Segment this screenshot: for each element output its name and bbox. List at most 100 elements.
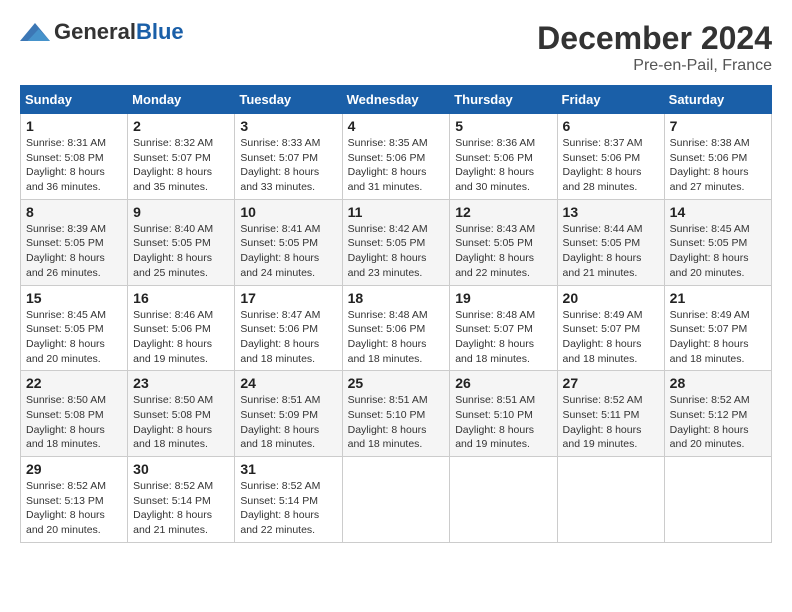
calendar-title: December 2024	[537, 20, 772, 57]
col-saturday: Saturday	[664, 86, 771, 114]
day-number: 12	[455, 204, 551, 220]
day-number: 13	[563, 204, 659, 220]
day-info: Sunrise: 8:39 AMSunset: 5:05 PMDaylight:…	[26, 223, 106, 279]
title-section: December 2024 Pre-en-Pail, France	[537, 20, 772, 75]
day-info: Sunrise: 8:51 AMSunset: 5:10 PMDaylight:…	[455, 394, 535, 450]
table-row: 11 Sunrise: 8:42 AMSunset: 5:05 PMDaylig…	[342, 199, 450, 285]
day-number: 23	[133, 375, 229, 391]
logo-text: GeneralBlue	[54, 20, 184, 44]
table-row: 19 Sunrise: 8:48 AMSunset: 5:07 PMDaylig…	[450, 285, 557, 371]
table-row: 25 Sunrise: 8:51 AMSunset: 5:10 PMDaylig…	[342, 371, 450, 457]
table-row: 21 Sunrise: 8:49 AMSunset: 5:07 PMDaylig…	[664, 285, 771, 371]
table-row	[450, 457, 557, 543]
table-row: 7 Sunrise: 8:38 AMSunset: 5:06 PMDayligh…	[664, 114, 771, 200]
day-number: 2	[133, 118, 229, 134]
logo: GeneralBlue	[20, 20, 184, 44]
table-row: 13 Sunrise: 8:44 AMSunset: 5:05 PMDaylig…	[557, 199, 664, 285]
day-info: Sunrise: 8:49 AMSunset: 5:07 PMDaylight:…	[670, 309, 750, 365]
day-number: 8	[26, 204, 122, 220]
day-number: 5	[455, 118, 551, 134]
day-number: 3	[240, 118, 336, 134]
day-number: 29	[26, 461, 122, 477]
table-row	[664, 457, 771, 543]
page-header: GeneralBlue December 2024 Pre-en-Pail, F…	[20, 20, 772, 75]
day-info: Sunrise: 8:42 AMSunset: 5:05 PMDaylight:…	[348, 223, 428, 279]
day-info: Sunrise: 8:48 AMSunset: 5:06 PMDaylight:…	[348, 309, 428, 365]
table-row: 24 Sunrise: 8:51 AMSunset: 5:09 PMDaylig…	[235, 371, 342, 457]
table-row	[557, 457, 664, 543]
general-blue-icon	[20, 23, 50, 41]
day-info: Sunrise: 8:44 AMSunset: 5:05 PMDaylight:…	[563, 223, 643, 279]
table-row: 20 Sunrise: 8:49 AMSunset: 5:07 PMDaylig…	[557, 285, 664, 371]
day-number: 28	[670, 375, 766, 391]
table-row: 5 Sunrise: 8:36 AMSunset: 5:06 PMDayligh…	[450, 114, 557, 200]
calendar-week-row: 8 Sunrise: 8:39 AMSunset: 5:05 PMDayligh…	[21, 199, 772, 285]
col-wednesday: Wednesday	[342, 86, 450, 114]
table-row: 29 Sunrise: 8:52 AMSunset: 5:13 PMDaylig…	[21, 457, 128, 543]
table-row: 17 Sunrise: 8:47 AMSunset: 5:06 PMDaylig…	[235, 285, 342, 371]
day-number: 22	[26, 375, 122, 391]
day-info: Sunrise: 8:48 AMSunset: 5:07 PMDaylight:…	[455, 309, 535, 365]
day-info: Sunrise: 8:45 AMSunset: 5:05 PMDaylight:…	[670, 223, 750, 279]
calendar-week-row: 29 Sunrise: 8:52 AMSunset: 5:13 PMDaylig…	[21, 457, 772, 543]
day-info: Sunrise: 8:52 AMSunset: 5:13 PMDaylight:…	[26, 480, 106, 536]
day-info: Sunrise: 8:52 AMSunset: 5:14 PMDaylight:…	[133, 480, 213, 536]
day-number: 1	[26, 118, 122, 134]
day-info: Sunrise: 8:31 AMSunset: 5:08 PMDaylight:…	[26, 137, 106, 193]
day-number: 24	[240, 375, 336, 391]
table-row: 6 Sunrise: 8:37 AMSunset: 5:06 PMDayligh…	[557, 114, 664, 200]
day-number: 21	[670, 290, 766, 306]
col-friday: Friday	[557, 86, 664, 114]
day-info: Sunrise: 8:43 AMSunset: 5:05 PMDaylight:…	[455, 223, 535, 279]
calendar-week-row: 15 Sunrise: 8:45 AMSunset: 5:05 PMDaylig…	[21, 285, 772, 371]
day-number: 4	[348, 118, 445, 134]
day-info: Sunrise: 8:52 AMSunset: 5:11 PMDaylight:…	[563, 394, 643, 450]
table-row: 23 Sunrise: 8:50 AMSunset: 5:08 PMDaylig…	[128, 371, 235, 457]
table-row: 2 Sunrise: 8:32 AMSunset: 5:07 PMDayligh…	[128, 114, 235, 200]
day-info: Sunrise: 8:40 AMSunset: 5:05 PMDaylight:…	[133, 223, 213, 279]
day-number: 11	[348, 204, 445, 220]
day-info: Sunrise: 8:51 AMSunset: 5:10 PMDaylight:…	[348, 394, 428, 450]
day-info: Sunrise: 8:51 AMSunset: 5:09 PMDaylight:…	[240, 394, 320, 450]
day-number: 30	[133, 461, 229, 477]
table-row: 14 Sunrise: 8:45 AMSunset: 5:05 PMDaylig…	[664, 199, 771, 285]
day-info: Sunrise: 8:46 AMSunset: 5:06 PMDaylight:…	[133, 309, 213, 365]
calendar-header-row: Sunday Monday Tuesday Wednesday Thursday…	[21, 86, 772, 114]
day-number: 27	[563, 375, 659, 391]
day-info: Sunrise: 8:49 AMSunset: 5:07 PMDaylight:…	[563, 309, 643, 365]
day-number: 6	[563, 118, 659, 134]
day-number: 19	[455, 290, 551, 306]
calendar-table: Sunday Monday Tuesday Wednesday Thursday…	[20, 85, 772, 543]
table-row: 28 Sunrise: 8:52 AMSunset: 5:12 PMDaylig…	[664, 371, 771, 457]
table-row	[342, 457, 450, 543]
col-monday: Monday	[128, 86, 235, 114]
day-info: Sunrise: 8:50 AMSunset: 5:08 PMDaylight:…	[26, 394, 106, 450]
col-thursday: Thursday	[450, 86, 557, 114]
day-number: 25	[348, 375, 445, 391]
table-row: 3 Sunrise: 8:33 AMSunset: 5:07 PMDayligh…	[235, 114, 342, 200]
day-info: Sunrise: 8:38 AMSunset: 5:06 PMDaylight:…	[670, 137, 750, 193]
day-number: 18	[348, 290, 445, 306]
table-row: 15 Sunrise: 8:45 AMSunset: 5:05 PMDaylig…	[21, 285, 128, 371]
day-info: Sunrise: 8:33 AMSunset: 5:07 PMDaylight:…	[240, 137, 320, 193]
table-row: 30 Sunrise: 8:52 AMSunset: 5:14 PMDaylig…	[128, 457, 235, 543]
day-info: Sunrise: 8:41 AMSunset: 5:05 PMDaylight:…	[240, 223, 320, 279]
table-row: 12 Sunrise: 8:43 AMSunset: 5:05 PMDaylig…	[450, 199, 557, 285]
day-number: 17	[240, 290, 336, 306]
table-row: 31 Sunrise: 8:52 AMSunset: 5:14 PMDaylig…	[235, 457, 342, 543]
table-row: 16 Sunrise: 8:46 AMSunset: 5:06 PMDaylig…	[128, 285, 235, 371]
day-info: Sunrise: 8:45 AMSunset: 5:05 PMDaylight:…	[26, 309, 106, 365]
day-number: 14	[670, 204, 766, 220]
day-info: Sunrise: 8:32 AMSunset: 5:07 PMDaylight:…	[133, 137, 213, 193]
table-row: 27 Sunrise: 8:52 AMSunset: 5:11 PMDaylig…	[557, 371, 664, 457]
calendar-week-row: 1 Sunrise: 8:31 AMSunset: 5:08 PMDayligh…	[21, 114, 772, 200]
table-row: 26 Sunrise: 8:51 AMSunset: 5:10 PMDaylig…	[450, 371, 557, 457]
table-row: 10 Sunrise: 8:41 AMSunset: 5:05 PMDaylig…	[235, 199, 342, 285]
day-info: Sunrise: 8:47 AMSunset: 5:06 PMDaylight:…	[240, 309, 320, 365]
day-info: Sunrise: 8:52 AMSunset: 5:14 PMDaylight:…	[240, 480, 320, 536]
day-number: 7	[670, 118, 766, 134]
col-sunday: Sunday	[21, 86, 128, 114]
day-number: 31	[240, 461, 336, 477]
day-info: Sunrise: 8:37 AMSunset: 5:06 PMDaylight:…	[563, 137, 643, 193]
day-info: Sunrise: 8:50 AMSunset: 5:08 PMDaylight:…	[133, 394, 213, 450]
